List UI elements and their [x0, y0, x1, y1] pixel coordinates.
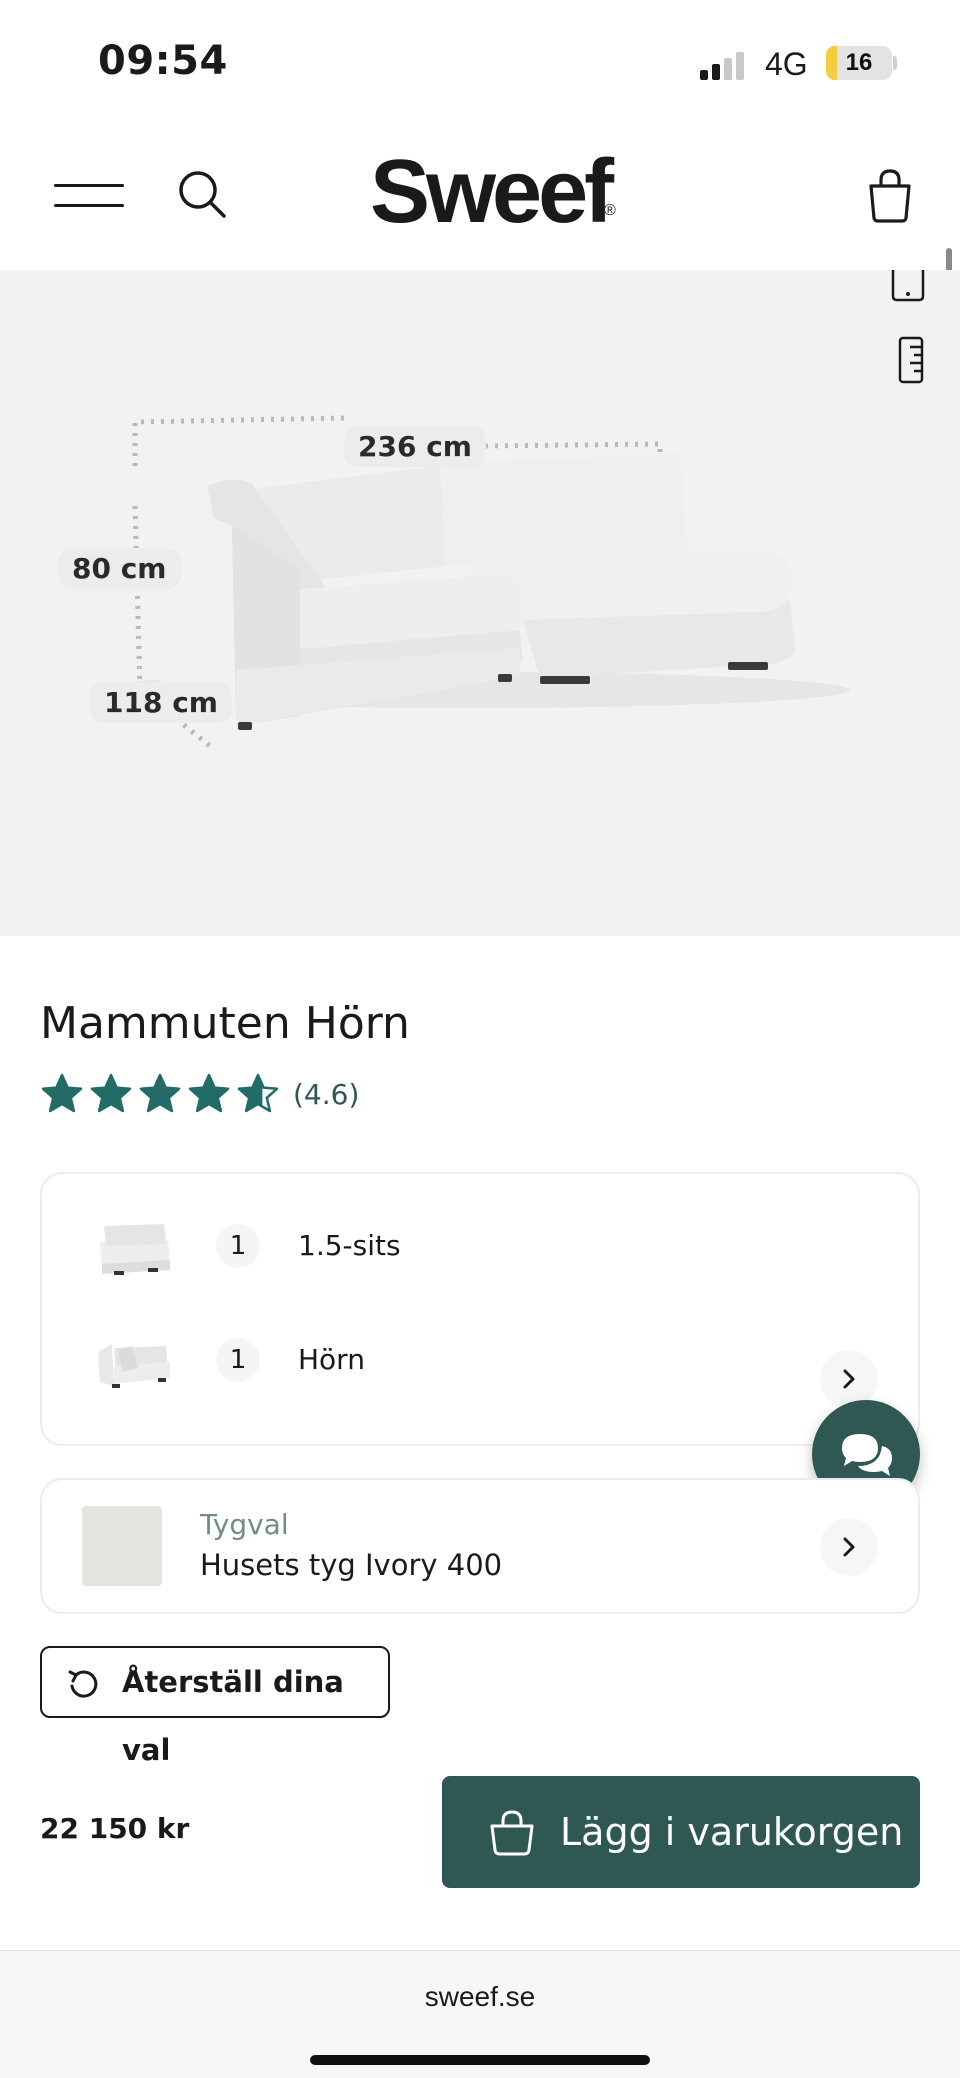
height-dimension: 80 cm — [58, 548, 181, 589]
chevron-right-icon — [843, 1537, 855, 1557]
site-header: Sweef ® — [0, 120, 960, 354]
star-icon — [41, 1073, 83, 1113]
config-module-row: 1 Hörn — [42, 1322, 918, 1412]
fabric-chevron-button[interactable] — [820, 1518, 878, 1576]
fabric-caption: Tygval — [200, 1508, 289, 1541]
chat-icon — [842, 1434, 892, 1476]
fabric-selector[interactable]: Tygval Husets tyg Ivory 400 — [40, 1478, 920, 1614]
product-title: Mammuten Hörn — [40, 998, 410, 1049]
depth-dimension: 118 cm — [90, 682, 232, 723]
rating-stars — [40, 1072, 285, 1116]
home-indicator[interactable] — [310, 2055, 650, 2065]
star-icon — [90, 1073, 132, 1113]
sofa-illustration — [90, 415, 850, 752]
search-icon[interactable] — [174, 166, 230, 222]
reset-label: Återställ dina val — [122, 1665, 344, 1767]
network-type: 4G — [765, 46, 808, 82]
browser-url[interactable]: sweef.se — [0, 1981, 960, 2013]
browser-bar: sweef.se — [0, 1950, 960, 2078]
config-module-row: 1 1.5-sits — [42, 1208, 918, 1298]
star-icon — [188, 1073, 230, 1113]
shopping-bag-icon — [490, 1810, 534, 1856]
fabric-name: Husets tyg Ivory 400 — [200, 1548, 503, 1582]
brand-logo[interactable]: Sweef — [370, 142, 614, 242]
add-to-cart-label: Lägg i varukorgen — [560, 1810, 904, 1854]
rating-value: (4.6) — [293, 1077, 360, 1111]
module-thumbnail — [98, 1344, 170, 1388]
width-dimension: 236 cm — [344, 426, 486, 467]
battery-icon: 16 — [826, 46, 892, 80]
cart-icon[interactable] — [866, 168, 914, 224]
module-quantity: 1 — [216, 1338, 260, 1382]
fabric-swatch — [82, 1506, 162, 1586]
product-image[interactable]: 236 cm 80 cm 118 cm — [0, 270, 960, 936]
module-quantity: 1 — [216, 1224, 260, 1268]
ar-icon[interactable] — [890, 270, 926, 302]
product-price: 22 150 kr — [40, 1812, 190, 1845]
module-label: 1.5-sits — [298, 1229, 401, 1262]
menu-icon[interactable] — [54, 180, 124, 210]
battery-level: 16 — [845, 49, 873, 76]
add-to-cart-button[interactable]: Lägg i varukorgen — [442, 1776, 920, 1888]
product-rating[interactable]: (4.6) — [40, 1070, 359, 1118]
module-label: Hörn — [298, 1343, 365, 1376]
chevron-right-icon — [843, 1369, 855, 1389]
status-bar: 09:54 4G 16 — [0, 0, 960, 120]
star-icon — [139, 1073, 181, 1113]
configuration-summary[interactable]: 1 1.5-sits 1 Hörn — [40, 1172, 920, 1446]
signal-icon — [700, 50, 750, 80]
reset-icon — [68, 1670, 98, 1698]
module-thumbnail — [100, 1224, 170, 1275]
status-time: 09:54 — [98, 38, 228, 84]
registered-mark: ® — [604, 202, 616, 219]
ruler-icon[interactable] — [898, 336, 924, 384]
star-icon — [237, 1073, 279, 1113]
reset-selections-button[interactable]: Återställ dina val — [40, 1646, 390, 1767]
